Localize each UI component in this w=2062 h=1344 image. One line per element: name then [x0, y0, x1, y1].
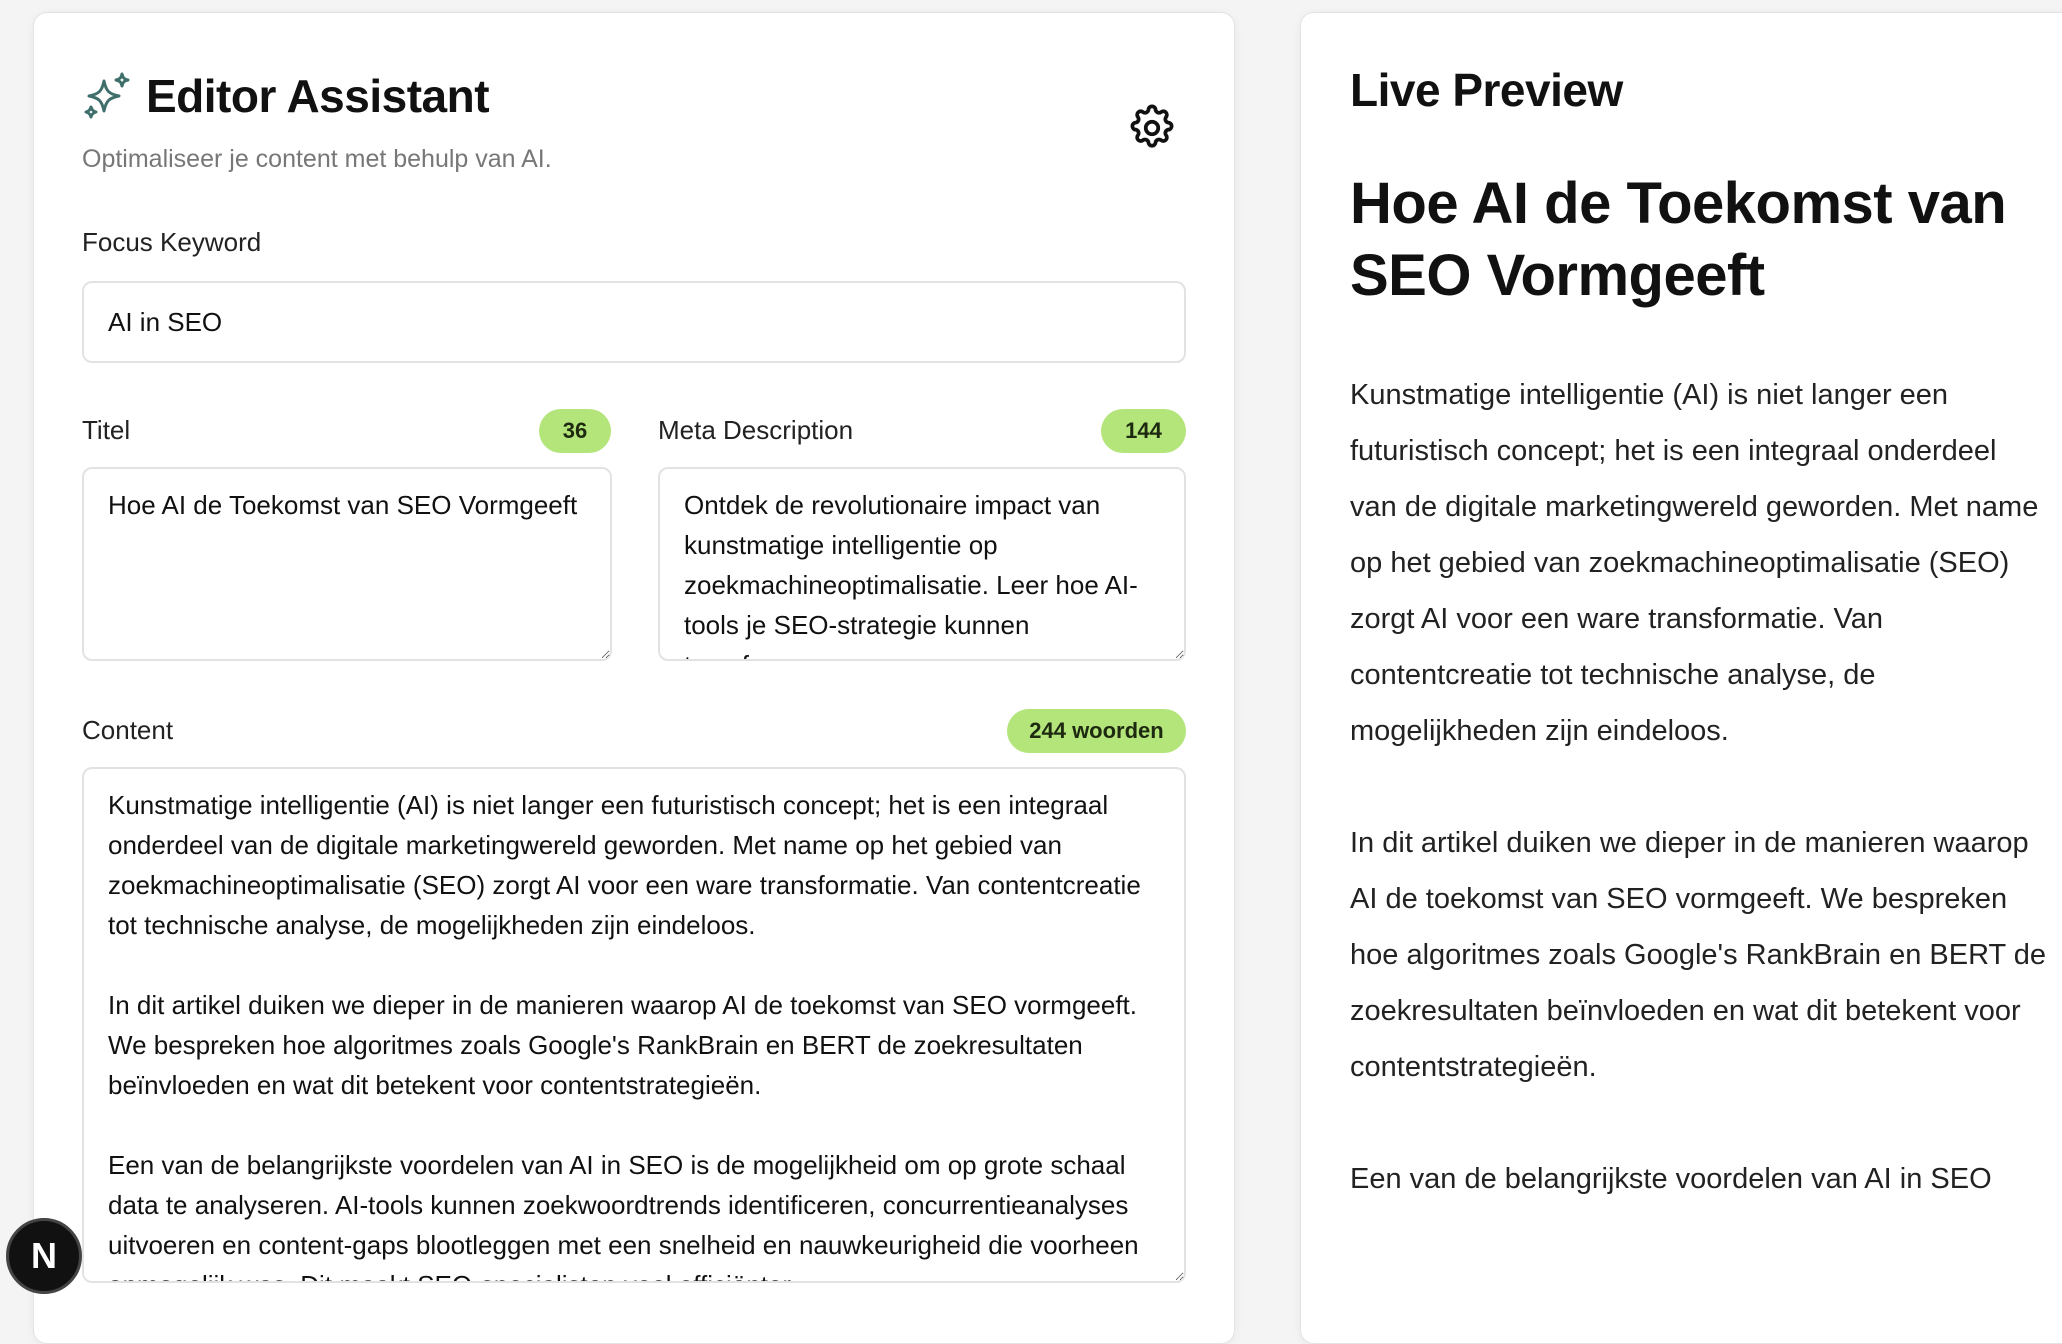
preview-article-body: Kunstmatige intelligentie (AI) is niet l… [1350, 367, 2050, 1263]
app-subtitle: Optimaliseer je content met behulp van A… [82, 145, 552, 173]
preview-panel: Live Preview Hoe AI de Toekomst van SEO … [1300, 12, 2062, 1344]
meta-description-label: Meta Description [658, 415, 854, 445]
sparkles-icon [84, 72, 130, 119]
gear-icon[interactable] [1127, 103, 1177, 153]
app-title: Editor Assistant [146, 70, 490, 122]
meta-description-textarea[interactable]: Ontdek de revolutionaire impact van kuns… [658, 467, 1186, 661]
preview-paragraph: Kunstmatige intelligentie (AI) is niet l… [1350, 379, 2039, 747]
titel-count-badge: 36 [539, 409, 611, 453]
nextjs-dev-badge[interactable]: N [6, 1218, 82, 1294]
focus-keyword-input[interactable] [82, 281, 1186, 363]
titel-textarea[interactable]: Hoe AI de Toekomst van SEO Vormgeeft [82, 467, 612, 661]
content-word-count-badge: 244 woorden [1007, 709, 1186, 753]
preview-article-title: Hoe AI de Toekomst van SEO Vormgeeft [1350, 171, 2007, 308]
titel-label: Titel [82, 415, 131, 445]
focus-keyword-label: Focus Keyword [82, 227, 262, 257]
editor-header: Editor Assistant [82, 69, 490, 123]
editor-panel: Editor Assistant Optimaliseer je content… [33, 12, 1235, 1344]
meta-description-count-badge: 144 [1101, 409, 1186, 453]
content-label: Content [82, 715, 174, 745]
preview-paragraph: Een van de belangrijkste voordelen van A… [1350, 1163, 1992, 1195]
preview-heading: Live Preview [1350, 64, 1623, 116]
preview-paragraph: In dit artikel duiken we dieper in de ma… [1350, 827, 2047, 1083]
content-textarea[interactable]: Kunstmatige intelligentie (AI) is niet l… [82, 767, 1186, 1283]
